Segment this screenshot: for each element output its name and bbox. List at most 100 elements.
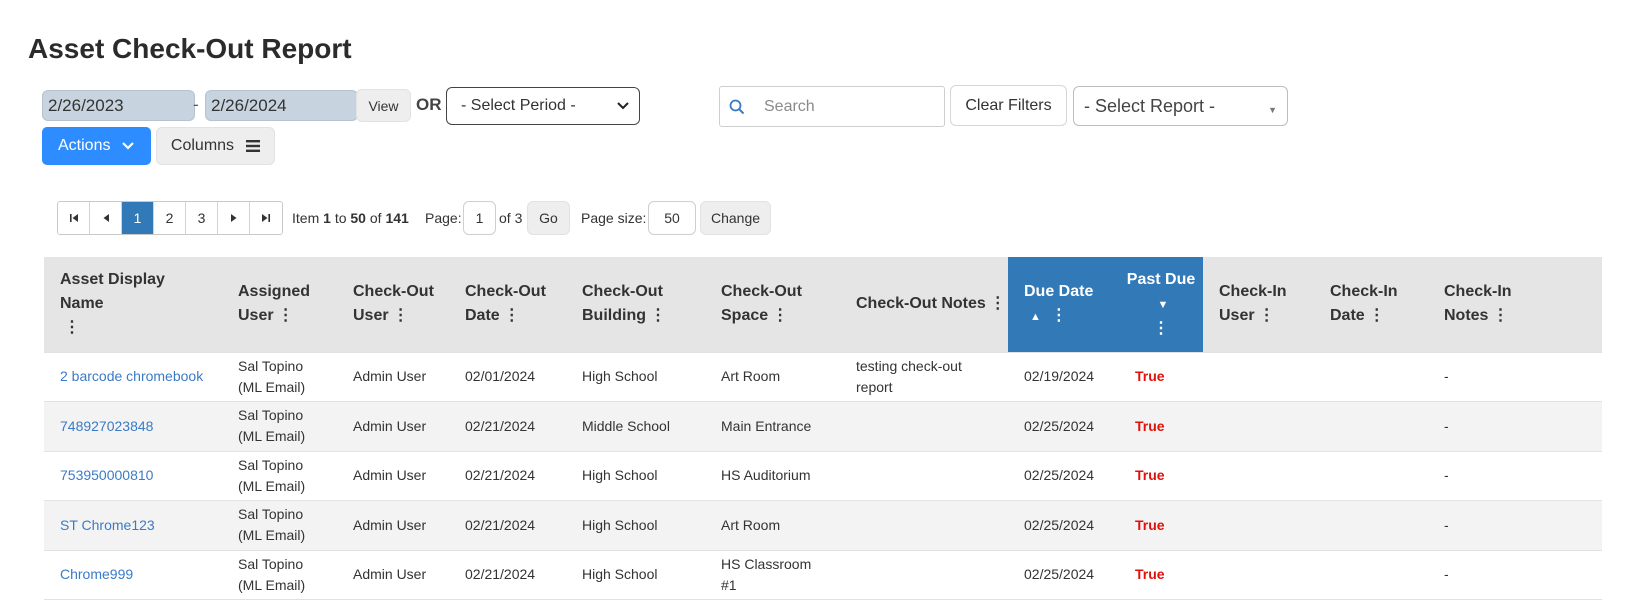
column-menu-icon[interactable]: ⋮ (1369, 307, 1385, 324)
checkout-user-cell: Admin User (337, 500, 449, 550)
past-due-cell: True (1119, 450, 1203, 501)
actions-button[interactable]: Actions (42, 127, 151, 165)
column-header-check-out-space[interactable]: Check-Out Space ⋮ (705, 257, 840, 352)
item-total: 141 (385, 210, 409, 226)
menu-icon (246, 140, 261, 152)
checkin-date-cell (1314, 351, 1428, 402)
columns-button[interactable]: Columns (156, 127, 275, 165)
column-menu-icon[interactable]: ⋮ (393, 307, 409, 324)
space-cell: Art Room (705, 500, 840, 550)
notes-cell (840, 401, 1008, 451)
item-from: 1 (323, 210, 331, 226)
column-menu-icon[interactable]: ⋮ (1259, 307, 1275, 324)
period-select[interactable]: - Select Period - (446, 87, 640, 125)
due-date-cell: 02/25/2024 (1008, 401, 1119, 451)
chevron-down-icon (122, 142, 135, 150)
checkin-date-cell (1314, 401, 1428, 451)
column-header-check-out-user[interactable]: Check-Out User ⋮ (337, 257, 449, 352)
checkout-date-cell: 02/21/2024 (449, 401, 566, 451)
asset-link[interactable]: 753950000810 (44, 450, 222, 501)
asset-link[interactable]: ST Chrome123 (44, 500, 222, 550)
page-button-3[interactable]: 3 (186, 202, 218, 234)
column-header-check-in-date[interactable]: Check-In Date ⋮ (1314, 257, 1428, 352)
column-header-check-out-date[interactable]: Check-Out Date ⋮ (449, 257, 566, 352)
go-button[interactable]: Go (527, 201, 570, 235)
column-menu-icon[interactable]: ⋮ (650, 307, 666, 324)
or-label: OR (416, 95, 442, 114)
checkout-user-cell: Admin User (337, 549, 449, 600)
table-row: ST Chrome123 Sal Topino (ML Email) Admin… (44, 500, 1602, 550)
column-menu-icon[interactable]: ⋮ (278, 307, 294, 324)
date-separator: - (193, 95, 199, 114)
page-button-1[interactable]: 1 (122, 202, 154, 234)
notes-cell (840, 549, 1008, 600)
column-menu-icon[interactable]: ⋮ (990, 295, 1006, 312)
column-header-check-in-user[interactable]: Check-In User ⋮ (1203, 257, 1314, 352)
column-menu-icon[interactable]: ⋮ (504, 307, 520, 324)
due-date-cell: 02/19/2024 (1008, 351, 1119, 402)
column-header-asset-display-name[interactable]: Asset Display Name ⋮ (44, 257, 222, 352)
assigned-user-cell: Sal Topino (ML Email) (222, 351, 337, 402)
view-button[interactable]: View (356, 89, 411, 122)
page-number-input[interactable] (463, 201, 496, 235)
pager: 1 2 3 (57, 201, 283, 235)
column-header-check-out-notes[interactable]: Check-Out Notes ⋮ (840, 257, 1008, 352)
to-label: to (334, 210, 347, 226)
column-header-due-date[interactable]: Due Date ▲ ⋮ (1008, 257, 1119, 352)
page-button-2[interactable]: 2 (154, 202, 186, 234)
space-cell: Main Entrance (705, 401, 840, 451)
change-page-size-button[interactable]: Change (700, 201, 771, 235)
asset-link[interactable]: 2 barcode chromebook (44, 351, 222, 402)
prev-page-button[interactable] (90, 202, 122, 234)
report-select[interactable]: - Select Report - ▼ (1073, 86, 1288, 126)
due-date-cell: 02/25/2024 (1008, 500, 1119, 550)
end-date-input[interactable] (205, 90, 358, 121)
assigned-user-cell: Sal Topino (ML Email) (222, 549, 337, 600)
checkin-date-cell (1314, 450, 1428, 501)
item-label: Item (292, 210, 320, 226)
column-menu-icon[interactable]: ⋮ (64, 319, 80, 336)
search-box[interactable] (719, 86, 945, 127)
assigned-user-cell: Sal Topino (ML Email) (222, 401, 337, 451)
clear-filters-button[interactable]: Clear Filters (950, 85, 1067, 126)
chevron-down-icon (617, 97, 629, 115)
column-header-assigned-user[interactable]: Assigned User ⋮ (222, 257, 337, 352)
prev-page-icon (103, 214, 109, 222)
next-page-button[interactable] (218, 202, 250, 234)
space-cell: HS Classroom #1 (705, 549, 840, 600)
checkin-date-cell (1314, 549, 1428, 600)
table-row: Chrome999 Sal Topino (ML Email) Admin Us… (44, 549, 1602, 600)
notes-cell: testing check-out report (840, 351, 1008, 402)
checkout-date-cell: 02/21/2024 (449, 549, 566, 600)
column-header-check-out-building[interactable]: Check-Out Building ⋮ (566, 257, 705, 352)
page-size-input[interactable] (648, 201, 696, 235)
checkin-user-cell (1203, 450, 1314, 501)
asset-link[interactable]: 748927023848 (44, 401, 222, 451)
page-title: Asset Check-Out Report (28, 33, 352, 64)
column-menu-icon[interactable]: ⋮ (1492, 307, 1508, 324)
column-header-check-in-notes[interactable]: Check-In Notes ⋮ (1428, 257, 1602, 352)
past-due-cell: True (1119, 401, 1203, 451)
checkout-date-cell: 02/21/2024 (449, 500, 566, 550)
column-menu-icon[interactable]: ⋮ (1051, 307, 1067, 324)
building-cell: High School (566, 500, 705, 550)
first-page-button[interactable] (58, 202, 90, 234)
column-menu-icon[interactable]: ⋮ (772, 307, 788, 324)
asset-link[interactable]: Chrome999 (44, 549, 222, 600)
column-menu-icon[interactable]: ⋮ (1153, 320, 1169, 337)
checkout-date-cell: 02/21/2024 (449, 450, 566, 501)
start-date-input[interactable] (42, 90, 195, 121)
building-cell: Middle School (566, 401, 705, 451)
checkin-notes-cell: - (1428, 401, 1602, 451)
search-input[interactable] (762, 96, 936, 117)
checkin-notes-cell: - (1428, 500, 1602, 550)
last-page-button[interactable] (250, 202, 282, 234)
page-label: Page: (425, 210, 462, 226)
space-cell: HS Auditorium (705, 450, 840, 501)
checkin-user-cell (1203, 549, 1314, 600)
column-header-past-due[interactable]: Past Due ▼ ⋮ (1119, 257, 1203, 352)
last-page-icon (261, 214, 270, 222)
checkout-date-cell: 02/01/2024 (449, 351, 566, 402)
building-cell: High School (566, 351, 705, 402)
of-label: of (369, 210, 382, 226)
